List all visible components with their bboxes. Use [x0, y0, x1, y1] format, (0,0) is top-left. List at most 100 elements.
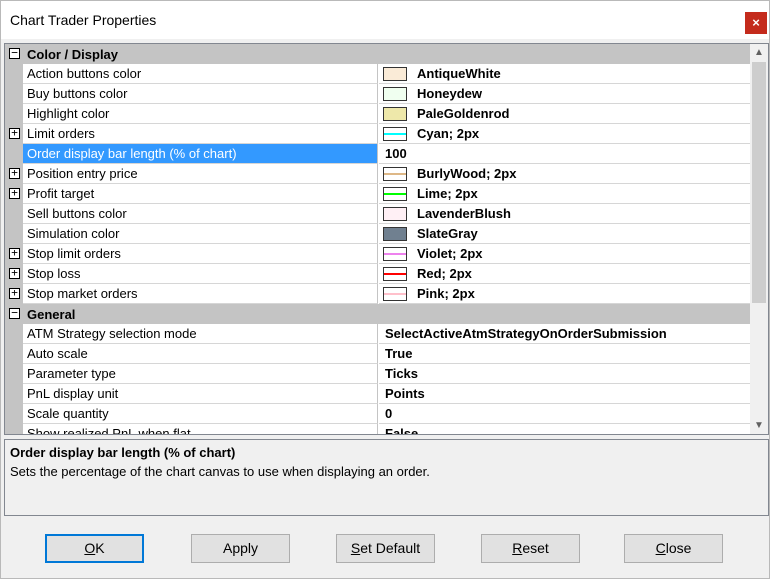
expand-icon[interactable]: +	[9, 287, 20, 299]
property-row-auto-scale[interactable]: Auto scale True	[5, 344, 750, 364]
property-value[interactable]: 0	[379, 404, 750, 424]
property-value[interactable]: Violet; 2px	[379, 244, 750, 264]
property-name[interactable]: Buy buttons color	[23, 84, 378, 104]
property-value[interactable]: Red; 2px	[379, 264, 750, 284]
property-grid-rows: − Color / Display Action buttons color Anti…	[5, 44, 750, 434]
property-row-action-buttons-color[interactable]: Action buttons color AntiqueWhite	[5, 64, 750, 84]
property-value[interactable]: Honeydew	[379, 84, 750, 104]
row-gutter	[5, 364, 23, 384]
row-gutter: +	[5, 124, 23, 144]
property-value-text: Points	[385, 386, 425, 401]
set-default-button[interactable]: Set Default	[336, 534, 435, 563]
property-value[interactable]: PaleGoldenrod	[379, 104, 750, 124]
property-row-stop-market-orders[interactable]: + Stop market orders Pink; 2px	[5, 284, 750, 304]
property-value[interactable]: BurlyWood; 2px	[379, 164, 750, 184]
expand-icon[interactable]: +	[9, 167, 20, 179]
row-gutter: +	[5, 184, 23, 204]
property-grid: − Color / Display Action buttons color Anti…	[4, 43, 769, 435]
property-row-position-entry-price[interactable]: + Position entry price BurlyWood; 2px	[5, 164, 750, 184]
property-name[interactable]: Sell buttons color	[23, 204, 378, 224]
category-general[interactable]: − General	[5, 304, 750, 324]
property-name[interactable]: Limit orders	[23, 124, 378, 144]
property-value[interactable]: Lime; 2px	[379, 184, 750, 204]
property-row-profit-target[interactable]: + Profit target Lime; 2px	[5, 184, 750, 204]
reset-button[interactable]: Reset	[481, 534, 580, 563]
scrollbar-thumb[interactable]	[752, 62, 766, 303]
mnemonic-letter: S	[350, 540, 361, 556]
scroll-down-arrow-icon[interactable]: ▼	[750, 417, 768, 434]
close-button[interactable]: Close	[624, 534, 723, 563]
property-value-text: 0	[385, 406, 393, 421]
property-value[interactable]: Points	[379, 384, 750, 404]
property-row-order-display-bar-length-of-chart[interactable]: Order display bar length (% of chart) 100	[5, 144, 750, 164]
close-icon: ×	[752, 15, 760, 30]
property-name[interactable]: Position entry price	[23, 164, 378, 184]
expand-icon[interactable]: +	[9, 127, 20, 139]
property-row-pnl-display-unit[interactable]: PnL display unit Points	[5, 384, 750, 404]
property-name[interactable]: Highlight color	[23, 104, 378, 124]
property-value[interactable]: SelectActiveAtmStrategyOnOrderSubmission	[379, 324, 750, 344]
close-window-button[interactable]: ×	[745, 12, 767, 34]
property-name[interactable]: Stop market orders	[23, 284, 378, 304]
row-gutter: +	[5, 244, 23, 264]
category-color-display[interactable]: − Color / Display	[5, 44, 750, 64]
property-row-stop-loss[interactable]: + Stop loss Red; 2px	[5, 264, 750, 284]
property-value-text: Violet; 2px	[417, 246, 483, 261]
stroke-swatch	[383, 187, 407, 201]
property-row-buy-buttons-color[interactable]: Buy buttons color Honeydew	[5, 84, 750, 104]
property-name[interactable]: Action buttons color	[23, 64, 378, 84]
collapse-icon[interactable]: −	[9, 47, 20, 59]
property-value[interactable]: Pink; 2px	[379, 284, 750, 304]
title-bar: Chart Trader Properties ×	[1, 1, 769, 39]
ok-button[interactable]: OK	[45, 534, 144, 563]
property-row-simulation-color[interactable]: Simulation color SlateGray	[5, 224, 750, 244]
property-name[interactable]: Scale quantity	[23, 404, 378, 424]
expand-icon[interactable]: +	[9, 187, 20, 199]
property-row-parameter-type[interactable]: Parameter type Ticks	[5, 364, 750, 384]
property-value[interactable]: Ticks	[379, 364, 750, 384]
property-value[interactable]: AntiqueWhite	[379, 64, 750, 84]
stroke-line	[384, 193, 406, 195]
property-name[interactable]: Stop limit orders	[23, 244, 378, 264]
expand-icon[interactable]: +	[9, 247, 20, 259]
vertical-scrollbar[interactable]: ▲ ▼	[750, 44, 768, 434]
property-name[interactable]: Stop loss	[23, 264, 378, 284]
property-row-atm-strategy-selection-mode[interactable]: ATM Strategy selection mode SelectActiveA…	[5, 324, 750, 344]
property-row-highlight-color[interactable]: Highlight color PaleGoldenrod	[5, 104, 750, 124]
property-value-text: True	[385, 346, 413, 361]
property-value-text: SlateGray	[417, 226, 478, 241]
collapse-icon[interactable]: −	[9, 307, 20, 319]
property-value-text: Lime; 2px	[417, 186, 478, 201]
property-row-sell-buttons-color[interactable]: Sell buttons color LavenderBlush	[5, 204, 750, 224]
property-value[interactable]: True	[379, 344, 750, 364]
scroll-up-arrow-icon[interactable]: ▲	[750, 44, 768, 61]
property-name[interactable]: Order display bar length (% of chart)	[23, 144, 378, 164]
color-swatch	[383, 67, 407, 81]
property-row-show-realized-pnl-when-flat[interactable]: Show realized PnL when flat False	[5, 424, 750, 434]
expand-icon[interactable]: +	[9, 267, 20, 279]
color-swatch	[383, 87, 407, 101]
category-gutter: −	[5, 304, 23, 324]
property-value[interactable]: LavenderBlush	[379, 204, 750, 224]
apply-button[interactable]: Apply	[191, 534, 290, 563]
stroke-swatch	[383, 167, 407, 181]
stroke-swatch	[383, 247, 407, 261]
property-value[interactable]: SlateGray	[379, 224, 750, 244]
property-row-scale-quantity[interactable]: Scale quantity 0	[5, 404, 750, 424]
description-title: Order display bar length (% of chart)	[10, 445, 236, 460]
property-value[interactable]: 100	[379, 144, 750, 164]
property-name[interactable]: PnL display unit	[23, 384, 378, 404]
property-name[interactable]: Parameter type	[23, 364, 378, 384]
description-text: Sets the percentage of the chart canvas …	[10, 464, 430, 479]
property-name[interactable]: Profit target	[23, 184, 378, 204]
property-name[interactable]: Simulation color	[23, 224, 378, 244]
property-name[interactable]: Show realized PnL when flat	[23, 424, 378, 434]
property-value-text: False	[385, 426, 419, 434]
property-name[interactable]: Auto scale	[23, 344, 378, 364]
property-name[interactable]: ATM Strategy selection mode	[23, 324, 378, 344]
property-row-limit-orders[interactable]: + Limit orders Cyan; 2px	[5, 124, 750, 144]
property-value[interactable]: False	[379, 424, 750, 434]
property-value[interactable]: Cyan; 2px	[379, 124, 750, 144]
property-value-text: Cyan; 2px	[417, 126, 480, 141]
property-row-stop-limit-orders[interactable]: + Stop limit orders Violet; 2px	[5, 244, 750, 264]
